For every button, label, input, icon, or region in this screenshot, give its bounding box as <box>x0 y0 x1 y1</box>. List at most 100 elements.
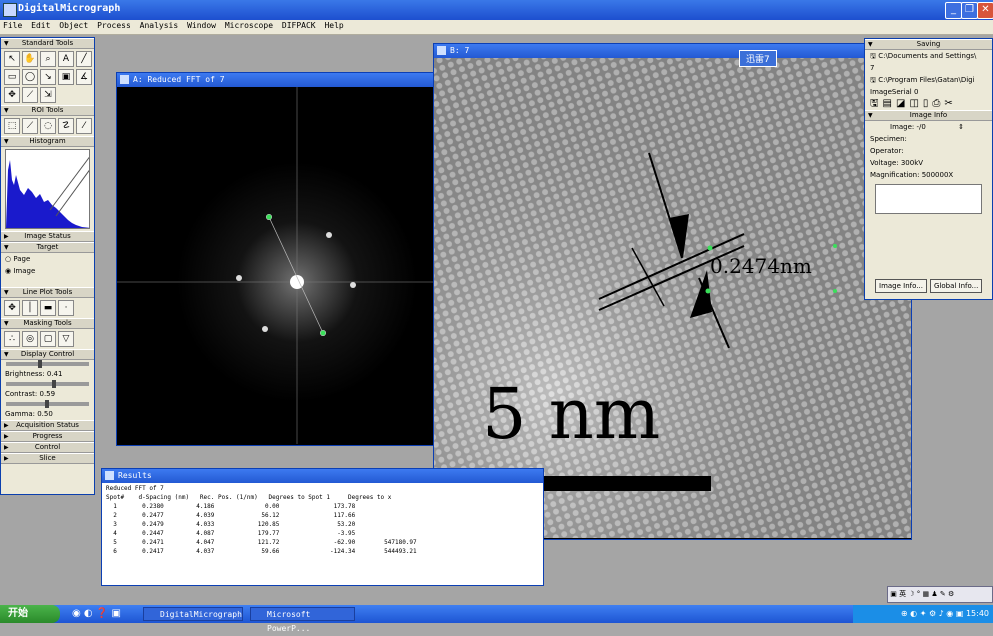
gamma-slider[interactable] <box>6 400 89 408</box>
acquisition-status-header[interactable]: ▶ Acquisition Status <box>1 420 94 431</box>
menu-file[interactable]: File <box>0 20 25 31</box>
global-info-button[interactable]: Global Info... <box>930 279 983 293</box>
language-bar[interactable]: ▣ 英 ☽ ° ▦ ♟ ✎ ⚙ <box>887 586 993 603</box>
saving-header[interactable]: ▼ Saving <box>865 39 992 50</box>
box-tool-icon[interactable]: ▣ <box>58 69 74 85</box>
control-header[interactable]: ▶ Control <box>1 442 94 453</box>
histogram-header[interactable]: ▼ Histogram <box>1 136 94 147</box>
polyline-tool-icon[interactable]: ⟋ <box>22 87 38 103</box>
menu-difpack[interactable]: DIFPACK <box>279 20 319 31</box>
measurement-label: 0.2474nm <box>710 254 812 278</box>
line-tool-icon[interactable]: ╱ <box>76 51 92 67</box>
chart-icon[interactable]: ◪ <box>896 98 909 109</box>
results-row: 3 0.2479 4.033 120.85 53.20 <box>106 521 356 528</box>
select-tool-icon[interactable]: ⇲ <box>40 87 56 103</box>
notes-field[interactable] <box>875 184 982 214</box>
save-path-2-sub: ImageSerial 0 <box>870 88 919 96</box>
image-index: Image: -/0 ⇕ <box>890 123 964 131</box>
tray-icons[interactable]: ⊕ ◐ ✦ ⚙ ♪ ◉ ▣ <box>901 609 966 618</box>
lp-move-icon[interactable]: ✥ <box>4 300 20 316</box>
target-header[interactable]: ▼ Target <box>1 242 94 253</box>
angle-tool-icon[interactable]: ∡ <box>76 69 92 85</box>
mask-square-icon[interactable]: ▢ <box>40 331 56 347</box>
hrtem-image <box>434 58 911 538</box>
menu-object[interactable]: Object <box>56 20 91 31</box>
start-button[interactable]: 开始 <box>0 605 60 623</box>
results-row: 6 0.2417 4.037 59.66 -124.34 544493.21 <box>106 548 417 555</box>
window-icon <box>105 471 114 480</box>
slice-header[interactable]: ▶ Slice <box>1 453 94 464</box>
display-control-header[interactable]: ▼ Display Control <box>1 349 94 360</box>
image-window-titlebar[interactable]: B: 7 <box>434 44 911 58</box>
roi-tools-header[interactable]: ▼ ROI Tools <box>1 105 94 116</box>
save-path-1[interactable]: 🖫 C:\Documents and Settings\ <box>865 50 992 62</box>
lp-dot-icon[interactable]: · <box>58 300 74 316</box>
xunlei-badge[interactable]: 迅雷7 <box>739 50 777 67</box>
clock: 15:40 <box>965 609 989 618</box>
close-button[interactable]: ✕ <box>977 2 993 19</box>
oval-tool-icon[interactable]: ◯ <box>22 69 38 85</box>
app-icon <box>3 3 17 17</box>
mask-spots-icon[interactable]: ∴ <box>4 331 20 347</box>
window-icon <box>120 75 129 84</box>
results-titlebar[interactable]: Results <box>102 469 543 483</box>
roi-rect-icon[interactable]: ⬚ <box>4 118 20 134</box>
save-icon[interactable]: 🖫 <box>870 98 883 109</box>
quicklaunch-icons[interactable]: ◉ ◐ ❓ ▣ <box>72 608 121 619</box>
system-tray: ⊕ ◐ ✦ ⚙ ♪ ◉ ▣ 15:40 <box>853 605 993 623</box>
tool-panel: ▼ Standard Tools ↖ ✋ ⌕ A ╱ ▭ ◯ ↘ ▣ ∡ ✥ ⟋ … <box>0 37 95 495</box>
brightness-slider[interactable] <box>6 360 89 368</box>
results-window[interactable]: Results Reduced FFT of 7 Spot# d-Spacing… <box>101 468 544 586</box>
arrow-tool-icon[interactable]: ↖ <box>4 51 20 67</box>
menu-microscope[interactable]: Microscope <box>222 20 276 31</box>
menu-help[interactable]: Help <box>321 20 346 31</box>
restore-button[interactable]: ❐ <box>961 2 978 19</box>
roi-oval-icon[interactable]: ◌ <box>40 118 56 134</box>
line-plot-tools-header[interactable]: ▼ Line Plot Tools <box>1 287 94 298</box>
menu-process[interactable]: Process <box>94 20 134 31</box>
move-tool-icon[interactable]: ✥ <box>4 87 20 103</box>
task-digitalmicrograph[interactable]: DigitalMicrograph <box>143 607 243 621</box>
tools-icon[interactable]: ✂ <box>944 98 956 109</box>
minimize-button[interactable]: _ <box>945 2 962 19</box>
hand-tool-icon[interactable]: ✋ <box>22 51 38 67</box>
standard-tools-header[interactable]: ▼ Standard Tools <box>1 38 94 49</box>
zoom-tool-icon[interactable]: ⌕ <box>40 51 56 67</box>
mask-triangle-icon[interactable]: ▽ <box>58 331 74 347</box>
arrow-line-tool-icon[interactable]: ↘ <box>40 69 56 85</box>
image-window[interactable]: B: 7 0.2474nm 5 nm 迅雷7 <box>433 43 912 540</box>
roi-tools-grid: ⬚ ⟋ ◌ ☡ ⁄ <box>1 116 94 136</box>
target-page-radio[interactable]: ○ Page <box>1 253 94 265</box>
magnification-label: Magnification: 500000X <box>870 171 954 179</box>
save-path-2[interactable]: 🖫 C:\Program Files\Gatan\Digi <box>865 74 992 86</box>
lp-vline-icon[interactable]: │ <box>22 300 38 316</box>
mask-circle-icon[interactable]: ◎ <box>22 331 38 347</box>
lp-hbar-icon[interactable]: ▬ <box>40 300 56 316</box>
print-icon[interactable]: ⎙ <box>932 98 944 109</box>
masking-tools-header[interactable]: ▼ Masking Tools <box>1 318 94 329</box>
save-all-icon[interactable]: ▤ <box>883 98 896 109</box>
roi-line-icon[interactable]: ⟋ <box>22 118 38 134</box>
roi-lasso-icon[interactable]: ☡ <box>58 118 74 134</box>
menu-edit[interactable]: Edit <box>28 20 53 31</box>
task-powerpoint[interactable]: Microsoft PowerP... <box>250 607 355 633</box>
app-title: DigitalMicrograph <box>18 3 121 14</box>
progress-header[interactable]: ▶ Progress <box>1 431 94 442</box>
menu-window[interactable]: Window <box>184 20 219 31</box>
fft-window-titlebar[interactable]: A: Reduced FFT of 7 <box>117 73 443 87</box>
save-path-1-sub: 7 <box>870 64 875 72</box>
fft-image <box>117 87 443 444</box>
rect-tool-icon[interactable]: ▭ <box>4 69 20 85</box>
document-icon[interactable]: ▯ <box>923 98 933 109</box>
menu-analysis[interactable]: Analysis <box>137 20 182 31</box>
target-image-radio[interactable]: ◉ Image <box>1 265 94 277</box>
text-tool-icon[interactable]: A <box>58 51 74 67</box>
image-info-button[interactable]: Image Info... <box>875 279 927 293</box>
fft-window[interactable]: A: Reduced FFT of 7 <box>116 72 444 446</box>
image-stepper-icon[interactable]: ⇕ <box>958 123 964 131</box>
contrast-slider[interactable] <box>6 380 89 388</box>
image-status-header[interactable]: ▶ Image Status <box>1 231 94 242</box>
chart2-icon[interactable]: ◫ <box>909 98 922 109</box>
roi-point-icon[interactable]: ⁄ <box>76 118 92 134</box>
image-info-header[interactable]: ▼ Image Info <box>865 110 992 121</box>
